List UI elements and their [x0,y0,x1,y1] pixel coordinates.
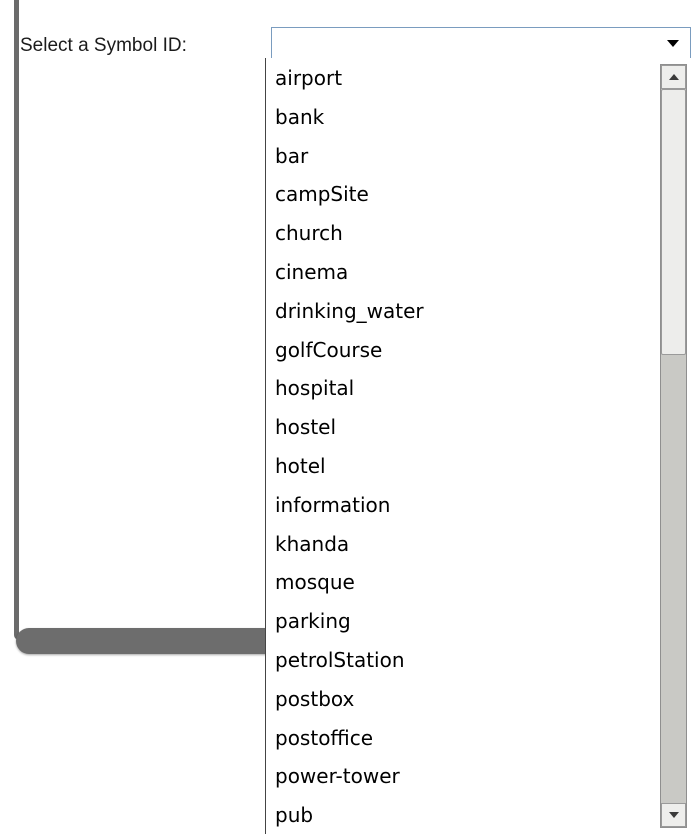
dropdown-option[interactable]: khanda [266,525,661,564]
dropdown-option[interactable]: golfCourse [266,331,661,370]
dropdown-option[interactable]: drinking_water [266,292,661,331]
dropdown-option[interactable]: hospital [266,369,661,408]
scrollbar-thumb[interactable] [661,89,686,355]
dropdown-option[interactable]: mosque [266,563,661,602]
dropdown-option[interactable]: church [266,214,661,253]
dropdown-option[interactable]: information [266,486,661,525]
dropdown-option[interactable]: petrolStation [266,641,661,680]
dropdown-option[interactable]: parking [266,602,661,641]
dropdown-option[interactable]: cinema [266,253,661,292]
dropdown-option[interactable]: campSite [266,175,661,214]
dropdown-option[interactable]: power-tower [266,757,661,796]
dropdown-option[interactable]: bar [266,137,661,176]
dropdown-option[interactable]: bank [266,98,661,137]
dropdown-option[interactable]: hotel [266,447,661,486]
symbol-id-select[interactable] [271,27,691,59]
scroll-up-arrow-icon[interactable] [661,65,686,89]
dropdown-option[interactable]: postbox [266,680,661,719]
dropdown-option[interactable]: hostel [266,408,661,447]
symbol-id-label: Select a Symbol ID: [20,35,187,56]
panel-bottom-bar [16,628,276,654]
scroll-down-arrow-icon[interactable] [661,803,686,827]
symbol-id-dropdown-list[interactable]: airport bank bar campSite church cinema drinki… [265,58,693,834]
dropdown-option[interactable]: airport [266,59,661,98]
dropdown-scrollbar[interactable] [660,64,687,828]
dropdown-options: airport bank bar campSite church cinema drinki… [266,58,661,834]
dropdown-option[interactable]: pub [266,796,661,834]
dropdown-option[interactable]: postoffice [266,719,661,758]
panel-left-border [14,0,19,640]
triangle-down-icon[interactable] [656,28,690,58]
